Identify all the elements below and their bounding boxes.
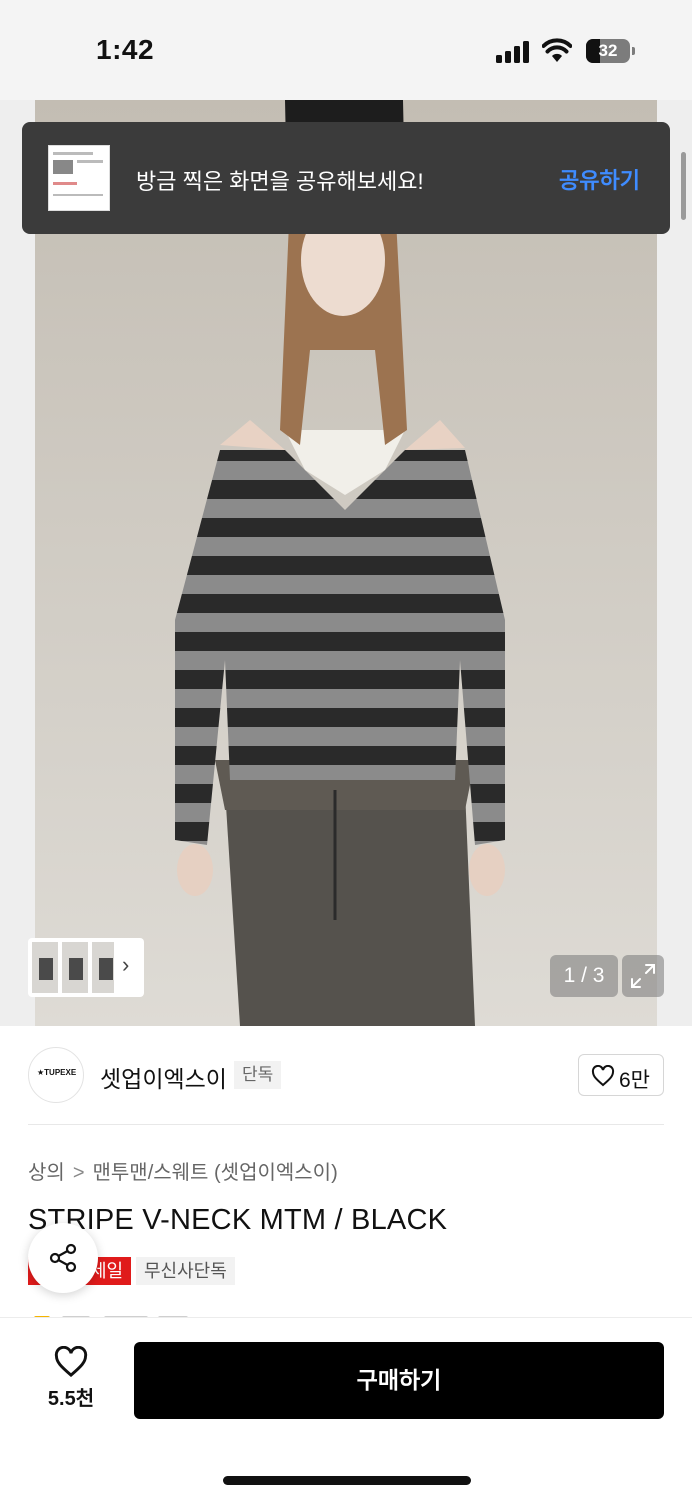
share-now-button[interactable]: 공유하기 <box>559 163 640 195</box>
product-title: STRIPE V-NECK MTM / BLACK <box>28 1204 448 1236</box>
heart-icon <box>591 1065 615 1087</box>
signal-icon <box>496 41 532 63</box>
brand-logo[interactable]: ★TUPEXE <box>28 1047 84 1103</box>
scrollbar[interactable] <box>681 152 686 220</box>
wishlist-count: 5.5천 <box>47 1388 95 1410</box>
brand-like-count: 6만 <box>619 1069 650 1092</box>
battery-icon: 32 <box>586 39 635 63</box>
status-time: 1:42 <box>96 34 155 65</box>
brand-logo-text: ★TUPEXE <box>37 1068 77 1077</box>
battery-level: 32 <box>598 41 618 60</box>
exclusive-tag: 단독 <box>234 1061 282 1089</box>
divider <box>28 1124 664 1125</box>
buy-button[interactable]: 구매하기 <box>134 1342 664 1419</box>
product-image-gallery[interactable]: › <box>0 100 692 1026</box>
breadcrumb: 상의 > 맨투맨/스웨트 (셋업이엑스이) <box>28 1156 338 1185</box>
breadcrumb-subcategory[interactable]: 맨투맨/스웨트 (셋업이엑스이) <box>93 1162 338 1184</box>
brand-name[interactable]: 셋업이엑스이 <box>100 1060 227 1094</box>
share-button[interactable] <box>28 1223 98 1293</box>
wishlist-button[interactable]: 5.5천 <box>40 1346 102 1416</box>
share-icon <box>49 1243 77 1273</box>
share-toast: 방금 찍은 화면을 공유해보세요! 공유하기 <box>22 122 670 234</box>
status-bar: 1:42 32 <box>0 0 692 100</box>
musinsa-exclusive-badge: 무신사단독 <box>136 1257 235 1285</box>
screenshot-thumbnail[interactable] <box>48 145 110 211</box>
home-indicator[interactable] <box>223 1476 471 1485</box>
page-counter: 1 / 3 <box>550 955 618 997</box>
heart-icon <box>54 1346 88 1378</box>
wifi-icon <box>542 38 572 62</box>
breadcrumb-category[interactable]: 상의 <box>28 1162 65 1184</box>
chevron-right-icon: › <box>122 952 130 977</box>
product-photo <box>35 100 657 1026</box>
breadcrumb-separator: > <box>72 1162 85 1184</box>
expand-icon <box>631 964 655 988</box>
thumbnail-strip[interactable]: › <box>28 938 144 997</box>
toast-message: 방금 찍은 화면을 공유해보세요! <box>136 169 424 194</box>
brand-like-button[interactable]: 6만 <box>578 1054 664 1096</box>
expand-button[interactable] <box>622 955 664 997</box>
